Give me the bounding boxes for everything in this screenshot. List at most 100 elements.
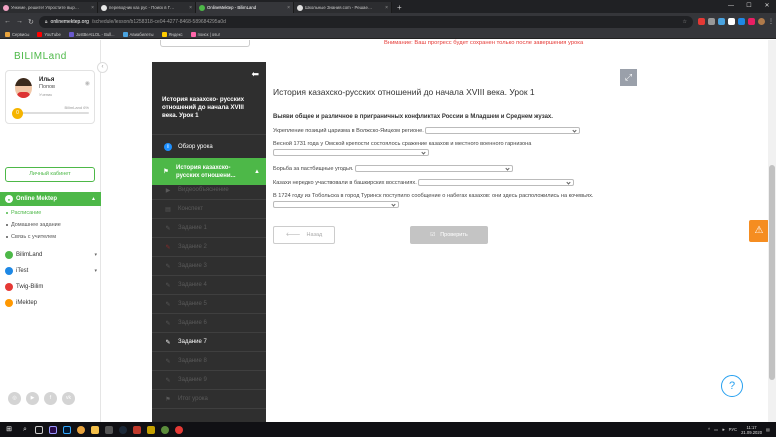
browser-tab[interactable]: Школьные Знания.com - Решае… × [294,2,392,13]
browser-tab[interactable]: OnlineMektep - BilimLand × [196,2,294,13]
facebook-icon[interactable]: f [44,392,57,405]
star-icon[interactable]: ☆ [683,19,687,25]
answer-dropdown[interactable] [425,127,581,135]
check-button[interactable]: ☑ Проверить [410,226,488,244]
question-text: Борьба за пастбищные угодья. [273,166,354,172]
browser-tab[interactable]: переводчик каз рус - Поиск в Г… × [98,2,196,13]
app-icon[interactable] [172,422,186,437]
profile-icon[interactable] [758,18,765,25]
premiere-icon[interactable] [46,422,60,437]
bilimland-logo[interactable]: BILIMLand [14,51,67,62]
vk-icon[interactable]: vk [62,392,75,405]
app-icon[interactable] [158,422,172,437]
close-window-button[interactable]: ✕ [758,0,776,13]
app-icon[interactable] [130,422,144,437]
new-tab-button[interactable]: + [392,2,407,13]
close-tab-icon[interactable]: × [287,5,290,11]
lesson-nav-item[interactable]: ✎ Задание 2 [152,241,266,253]
chrome-icon[interactable] [74,422,88,437]
search-icon[interactable]: ⌕ [18,422,32,437]
sidebar-subitem[interactable]: Домашнее задание [6,222,61,228]
sidebar-product[interactable]: BilimLand ▾ [5,251,97,259]
lesson-overview-link[interactable]: i Обзор урока [152,139,266,155]
sidebar-subitem[interactable]: Связь с учителем [6,234,56,240]
extension-icon[interactable] [718,18,725,25]
reload-icon[interactable]: ↻ [28,18,34,26]
lesson-nav-item[interactable]: ✎ Задание 8 [152,355,266,367]
browser-tab[interactable]: Ункеме, решите! Упростите выр… × [0,2,98,13]
lesson-nav-item[interactable]: ✎ Задание 3 [152,260,266,272]
cabinet-button[interactable]: Личный кабинет [5,167,95,182]
answer-dropdown[interactable] [273,149,429,157]
collapse-sidebar-button[interactable]: ‹ [97,62,108,73]
lesson-nav-item[interactable]: ✎ Задание 4 [152,279,266,291]
lesson-nav-item[interactable]: ⚑ Итог урока [152,393,266,405]
app-icon[interactable] [102,422,116,437]
eye-icon[interactable]: ◉ [85,80,90,87]
top-button[interactable] [160,40,250,47]
warning-icon[interactable]: ⚠ [749,220,769,242]
chevron-up-icon[interactable]: ^ [708,427,710,432]
close-tab-icon[interactable]: × [189,5,192,11]
edit-icon: ✎ [165,320,171,327]
bookmark-item[interactable]: JustBeAtLOL - Bull... [68,31,115,37]
task-view-icon[interactable] [32,422,46,437]
scrollbar[interactable] [768,40,776,422]
bookmark-item[interactable]: YouTube [37,31,61,37]
maximize-button[interactable]: ☐ [740,0,758,13]
bookmark-item[interactable]: Авиабилеты [122,31,154,37]
extension-icon[interactable] [748,18,755,25]
back-button[interactable]: 🡐 Назад [273,226,335,244]
bookmark-item[interactable]: Сервисы [5,31,29,37]
back-nav-icon[interactable]: ← [4,18,11,25]
close-tab-icon[interactable]: × [385,5,388,11]
extension-icon[interactable] [708,18,715,25]
clock[interactable]: 11:17 21.09.2020 [741,425,762,435]
back-arrow-icon[interactable]: ⬅ [251,69,259,80]
sidebar-product[interactable]: iMektep [5,299,97,307]
bookmark-item[interactable]: поиск | osu! [190,31,220,37]
sidebar-product[interactable]: Twig-Bilim [5,283,97,291]
minimize-button[interactable]: — [722,0,740,13]
instagram-icon[interactable]: ◎ [8,392,21,405]
network-icon[interactable]: ▭ [714,427,718,432]
extension-icon[interactable] [738,18,745,25]
lesson-nav-item[interactable]: ▤ Конспект [152,203,266,215]
expand-icon[interactable]: ⤢ [620,69,637,86]
bookmark-item[interactable]: Яндекс [161,31,183,37]
windows-start-icon[interactable]: ⊞ [0,422,18,437]
help-icon[interactable]: ? [721,375,743,397]
lesson-nav-item[interactable]: ▶ Видеообъяснение [152,184,266,196]
lesson-nav-label: Задание 4 [178,282,207,288]
volume-icon[interactable]: 🕪︎ [722,427,725,432]
extension-icon[interactable] [728,18,735,25]
url-input[interactable]: 🔒︎ onlinemektep.org/schedule/lesson/b125… [38,15,693,28]
current-lesson-item[interactable]: ⚑ История казахско-русских отношени... ▲ [152,158,266,185]
answer-dropdown[interactable] [273,201,399,209]
menu-icon[interactable]: ⋮ [768,18,774,25]
notifications-icon[interactable]: ▤ [766,427,770,432]
answer-dropdown[interactable] [418,179,575,187]
extension-icon[interactable] [698,18,705,25]
app-icon[interactable] [144,422,158,437]
language-indicator[interactable]: РУС [729,427,737,432]
date: 21.09.2020 [741,429,763,435]
divider [152,199,266,200]
sidebar-product[interactable]: iTest ▾ [5,267,97,275]
divider [152,256,266,257]
photoshop-icon[interactable] [60,422,74,437]
steam-icon[interactable] [116,422,130,437]
lesson-nav-item[interactable]: ✎ Задание 5 [152,298,266,310]
lesson-nav-item[interactable]: ✎ Задание 7 [152,336,266,348]
answer-dropdown[interactable] [355,165,514,173]
sidebar-section-online-mektep[interactable]: ● Online Mektep ▲ [0,192,101,206]
forward-nav-icon[interactable]: → [16,18,23,25]
lesson-nav-item[interactable]: ✎ Задание 6 [152,317,266,329]
youtube-icon[interactable]: ▶ [26,392,39,405]
lesson-nav-item[interactable]: ✎ Задание 9 [152,374,266,386]
sidebar-subitem[interactable]: Расписание [6,210,41,216]
explorer-icon[interactable] [88,422,102,437]
app-sidebar: BILIMLand Илья Попов Ученик ◉ BilimLand … [0,40,101,422]
lesson-nav-item[interactable]: ✎ Задание 1 [152,222,266,234]
close-tab-icon[interactable]: × [91,5,94,11]
